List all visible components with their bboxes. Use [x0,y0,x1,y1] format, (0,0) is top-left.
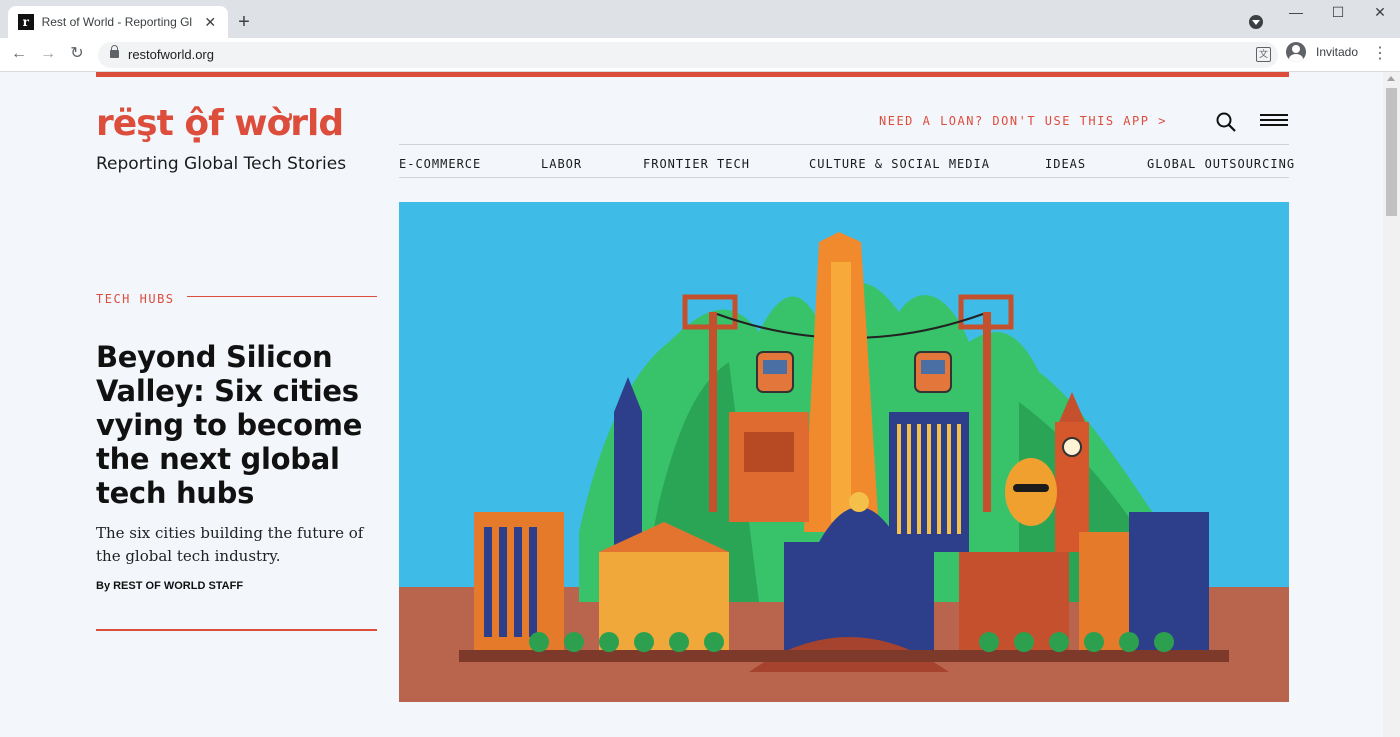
new-tab-button[interactable]: + [234,10,254,34]
translate-icon[interactable]: 文 [1256,47,1271,62]
browser-tabstrip: r Rest of World - Reporting Global Tech … [0,0,1400,38]
scroll-up-arrow-icon[interactable] [1387,76,1395,81]
promo-link[interactable]: NEED A LOAN? DON'T USE THIS APP > [879,114,1167,128]
nav-item-global-outsourcing[interactable]: GLOBAL OUTSOURCING [1147,157,1295,171]
search-icon[interactable] [1216,112,1236,132]
story-dek: The six cities building the future of th… [96,524,364,565]
back-icon[interactable]: ← [8,43,30,65]
page-scrollbar[interactable] [1383,72,1400,737]
address-bar[interactable]: restofworld.org 文 [98,42,1278,68]
story-kicker[interactable]: TECH HUBS [96,292,175,306]
nav-item-frontier-tech[interactable]: FRONTIER TECH [643,157,750,171]
browser-tab[interactable]: r Rest of World - Reporting Global Tech … [8,6,228,38]
nav-item-labor[interactable]: LABOR [541,157,582,171]
lock-icon[interactable] [110,45,119,58]
forward-icon[interactable]: → [37,43,59,65]
nav-item-e-commerce[interactable]: E-COMMERCE [399,157,481,171]
story-bottom-rule [96,629,377,631]
nav-item-ideas[interactable]: IDEAS [1045,157,1086,171]
kicker-rule [187,296,377,297]
tab-title: Rest of World - Reporting Global Tech St… [41,15,193,29]
profile-label: Invitado [1316,45,1359,59]
scroll-thumb[interactable] [1386,88,1397,216]
hamburger-menu-icon[interactable] [1260,114,1288,128]
avatar-icon [1286,42,1306,62]
url-text: restofworld.org [128,47,214,62]
profile-button[interactable]: Invitado [1286,42,1358,62]
close-window-button[interactable]: ✕ [1370,4,1390,21]
page-content: rëşt ộf wờrld Reporting Global Tech Stor… [0,72,1383,737]
story-byline: By REST OF WORLD STAFF [96,580,244,592]
browser-menu-icon[interactable]: ⋮ [1372,43,1388,63]
maximize-button[interactable]: ☐ [1328,4,1348,21]
section-nav: E-COMMERCE LABOR FRONTIER TECH CULTURE &… [399,144,1294,178]
tab-search-icon[interactable] [1249,15,1263,29]
favicon-icon: r [18,14,34,30]
reload-icon[interactable]: ↻ [66,43,88,65]
hero-illustration[interactable] [399,202,1289,702]
site-logo[interactable]: rëşt ộf wờrld [96,102,344,146]
top-rule [96,72,1289,77]
browser-toolbar: ← → ↻ restofworld.org 文 Invitado ⋮ [0,38,1400,72]
nav-item-culture-social-media[interactable]: CULTURE & SOCIAL MEDIA [809,157,990,171]
minimize-button[interactable]: — [1286,4,1306,20]
site-tagline: Reporting Global Tech Stories [96,154,347,174]
story-headline[interactable]: Beyond Silicon Valley: Six cities vying … [96,340,386,510]
close-tab-icon[interactable]: ✕ [202,14,218,31]
